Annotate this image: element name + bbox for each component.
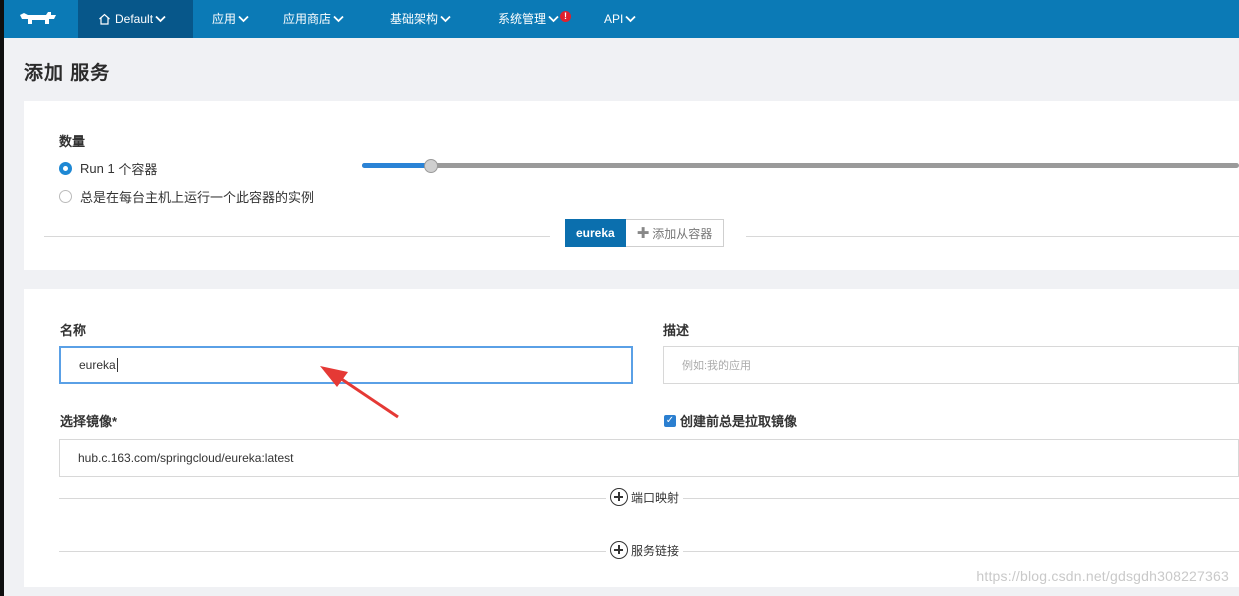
plus-icon: ✚ (636, 225, 650, 242)
nav-menu-catalog[interactable]: 应用商店 (283, 11, 344, 27)
chevron-down-icon (238, 15, 249, 23)
home-icon (99, 13, 110, 25)
description-placeholder: 例如:我的应用 (682, 360, 752, 372)
environment-name: Default (115, 12, 154, 26)
add-port-mapping-button[interactable]: 端口映射 (606, 488, 684, 506)
container-tabs: eureka ✚ 添加从容器 (565, 219, 725, 247)
description-label: 描述 (663, 323, 690, 338)
nav-menu-api[interactable]: API (604, 11, 636, 27)
nav-menu-label: 应用 (212, 12, 237, 26)
global-option[interactable]: 总是在每台主机上运行一个此容器的实例 (59, 188, 315, 205)
add-circle-icon (610, 488, 628, 506)
add-circle-icon (610, 541, 628, 559)
chevron-down-icon (440, 15, 451, 23)
radio-unchecked-icon[interactable] (59, 189, 72, 203)
image-input-value: hub.c.163.com/springcloud/eureka:latest (78, 451, 294, 465)
tab-container-primary[interactable]: eureka (565, 219, 626, 247)
text-caret (116, 358, 118, 372)
radio-checked-icon[interactable] (59, 161, 72, 175)
chevron-down-icon (155, 15, 166, 23)
always-pull-checkbox-row[interactable]: ✓ 创建前总是拉取镜像 (664, 411, 797, 430)
global-option-label: 总是在每台主机上运行一个此容器的实例 (80, 189, 315, 205)
scale-label: 数量 (59, 134, 86, 149)
chevron-down-icon (625, 15, 636, 23)
always-pull-label: 创建前总是拉取镜像 (680, 414, 798, 429)
nav-menu-label: 系统管理 (498, 12, 547, 26)
page-title: 添加 服务 (24, 63, 111, 84)
scale-panel: 数量 Run 1 个容器 总是在每台主机上运行一个此容器的实例 eureka ✚… (24, 101, 1239, 270)
add-service-link-button[interactable]: 服务链接 (606, 541, 684, 559)
chevron-down-icon (548, 15, 559, 23)
scale-slider-track[interactable] (362, 163, 1239, 168)
run-count: 1 (107, 160, 115, 176)
add-sidekick-label: 添加从容器 (652, 226, 713, 241)
nav-menu-infrastructure[interactable]: 基础架构 (390, 11, 451, 27)
checkbox-checked-icon[interactable]: ✓ (664, 414, 676, 427)
watermark: https://blog.csdn.net/gdsgdh308227363 (976, 568, 1229, 584)
nav-menu-admin[interactable]: 系统管理 ! (498, 10, 572, 27)
name-input-value: eureka (79, 358, 116, 372)
nav-menu-label: 基础架构 (390, 12, 439, 26)
name-input[interactable]: eureka (59, 346, 633, 384)
run-count-option[interactable]: Run 1 个容器 (59, 160, 158, 177)
name-label: 名称 (60, 323, 87, 338)
service-link-label: 服务链接 (631, 543, 680, 558)
port-mapping-label: 端口映射 (631, 490, 680, 505)
image-input[interactable]: hub.c.163.com/springcloud/eureka:latest (59, 439, 1239, 477)
nav-menu-label: 应用商店 (283, 12, 332, 26)
alert-badge-icon: ! (560, 10, 572, 22)
top-navigation-bar: Default 应用 应用商店 基础架构 系统管理 ! API (4, 0, 1239, 38)
divider (746, 236, 1239, 237)
run-prefix: Run (80, 160, 104, 176)
run-suffix: 个容器 (118, 161, 158, 177)
service-form-panel: 名称 描述 eureka 例如:我的应用 选择镜像* ✓ 创建前总是拉取镜像 h… (24, 289, 1239, 587)
nav-menu-label: API (604, 12, 624, 26)
environment-switcher[interactable]: Default (78, 0, 193, 38)
divider (44, 236, 550, 237)
description-input[interactable]: 例如:我的应用 (663, 346, 1239, 384)
chevron-down-icon (333, 15, 344, 23)
rancher-logo-icon[interactable] (18, 10, 58, 28)
scale-slider-handle[interactable] (424, 159, 438, 173)
scale-slider-fill (362, 163, 432, 168)
app-window: Default 应用 应用商店 基础架构 系统管理 ! API 添加 服务 数量… (4, 0, 1239, 596)
image-label: 选择镜像* (60, 414, 118, 429)
add-sidekick-button[interactable]: ✚ 添加从容器 (625, 219, 725, 247)
nav-menu-apps[interactable]: 应用 (212, 11, 249, 27)
